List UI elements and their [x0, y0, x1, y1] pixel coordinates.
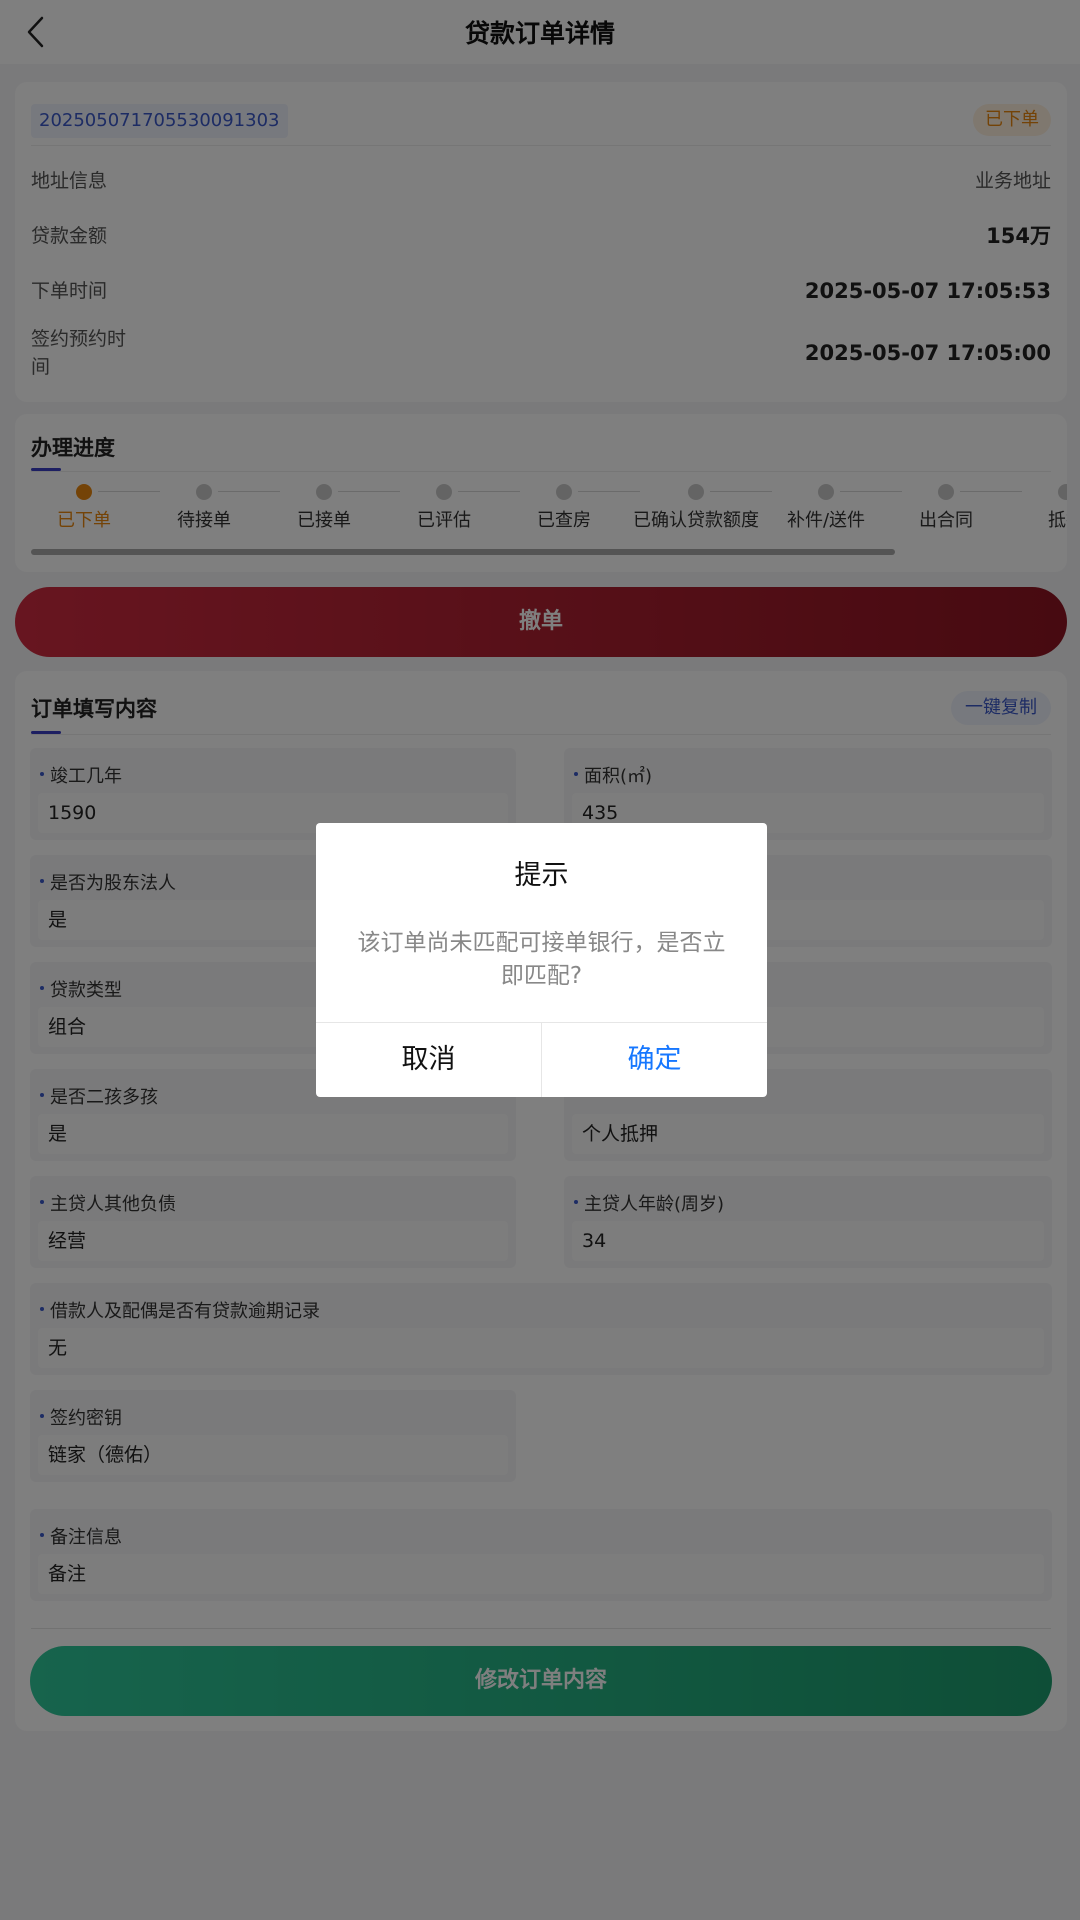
dialog-confirm-button[interactable]: 确定 [542, 1023, 767, 1097]
confirm-dialog: 提示 该订单尚未匹配可接单银行，是否立即匹配? 取消 确定 [316, 823, 767, 1097]
dialog-title: 提示 [514, 860, 569, 891]
dialog-message: 该订单尚未匹配可接单银行，是否立即匹配? [357, 930, 726, 989]
dialog-cancel-button[interactable]: 取消 [316, 1023, 541, 1097]
